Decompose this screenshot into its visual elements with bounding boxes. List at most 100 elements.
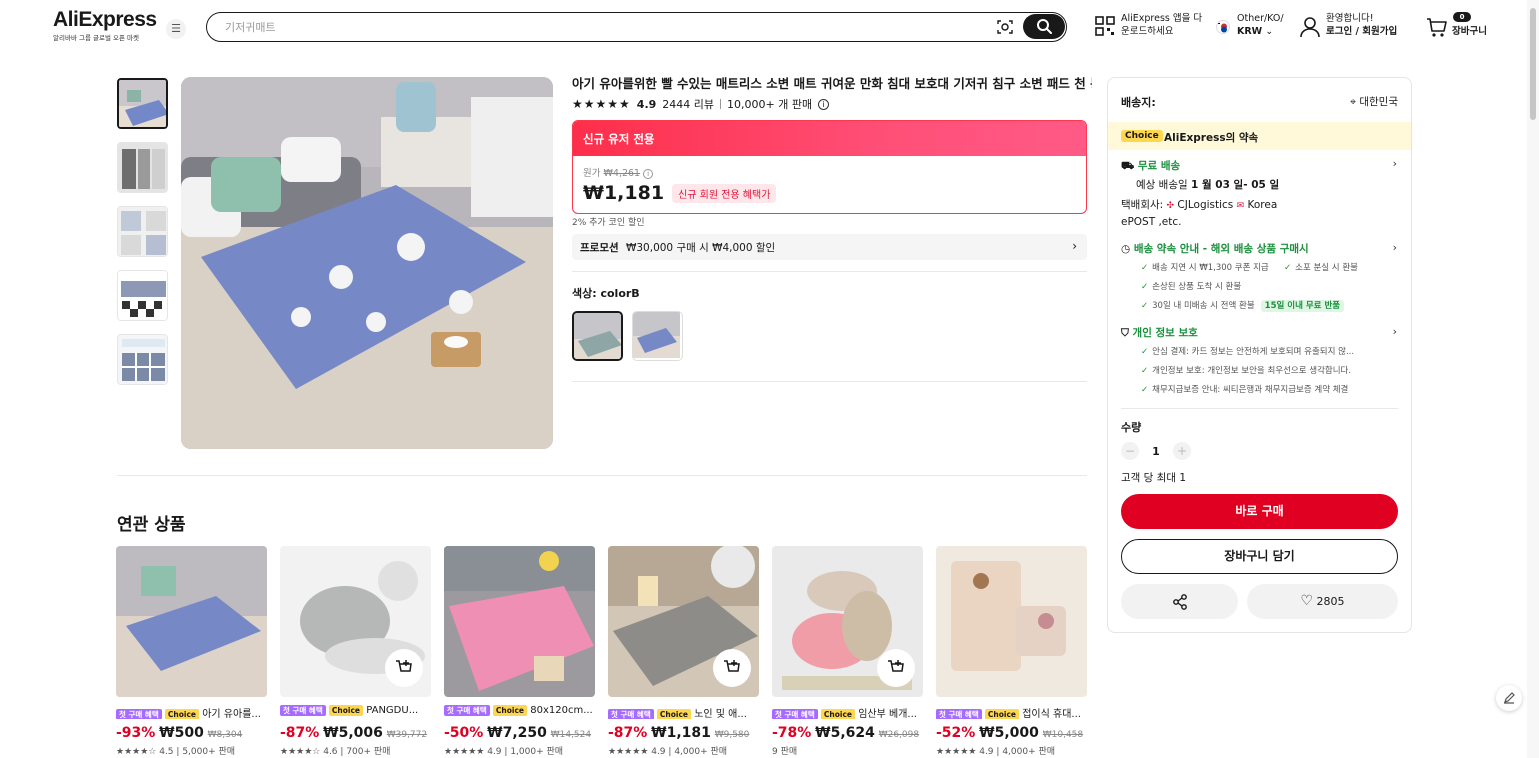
- delivery-check-3: ✓ 손상된 상품 도착 시 환불: [1141, 282, 1242, 292]
- search-icon: [1037, 19, 1052, 34]
- decrease-quantity-button[interactable]: −: [1121, 442, 1139, 460]
- chevron-right-icon[interactable]: ›: [1393, 325, 1397, 338]
- product-image[interactable]: [444, 546, 595, 697]
- product-image[interactable]: [608, 546, 759, 697]
- korea-post-logo-icon: ✉: [1236, 201, 1245, 211]
- increase-quantity-button[interactable]: +: [1173, 442, 1191, 460]
- feedback-edit-icon[interactable]: [1496, 685, 1522, 711]
- add-to-cart-icon[interactable]: [385, 649, 423, 687]
- page-scrollbar[interactable]: [1527, 0, 1539, 758]
- user-icon[interactable]: [1300, 16, 1320, 38]
- related-product-card[interactable]: 첫 구매 혜택 Choice 접이식 휴대... -52% ₩5,000 ₩10…: [936, 546, 1087, 757]
- info-icon[interactable]: i: [643, 169, 654, 179]
- product-image[interactable]: [772, 546, 923, 697]
- thumbnail-3[interactable]: [117, 206, 168, 257]
- shield-icon: ⛉: [1121, 327, 1129, 339]
- color-swatch-2[interactable]: [632, 311, 683, 361]
- main-product-image[interactable]: [181, 77, 553, 449]
- check-icon: ✓: [1141, 282, 1149, 292]
- cart-link[interactable]: 장바구니: [1452, 25, 1487, 38]
- related-product-card[interactable]: 첫 구매 혜택 Choice 80x120cm... -50% ₩7,250 ₩…: [444, 546, 595, 757]
- check-icon: ✓: [1141, 301, 1149, 311]
- buy-now-button[interactable]: 바로 구매: [1121, 494, 1398, 529]
- purchase-panel: 배송지: ⌖ 대한민국 Choice AliExpress의 약속 ⛟ 무료 배…: [1107, 77, 1412, 633]
- product-image[interactable]: [280, 546, 431, 697]
- thumbnail-4[interactable]: [117, 270, 168, 321]
- delivery-check-4: ✓ 30일 내 미배송 시 전액 환불 15일 이내 무료 반품: [1141, 299, 1345, 312]
- chevron-right-icon[interactable]: ›: [1393, 157, 1397, 170]
- thumbnail-1[interactable]: [117, 78, 168, 129]
- quantity-value[interactable]: 1: [1139, 445, 1173, 458]
- star-rating-icon: ★★★★☆: [280, 747, 321, 757]
- delivery-estimate: 예상 배송일 1 월 03 일- 05 일: [1136, 179, 1280, 191]
- product-name: 노인 및 애...: [694, 709, 747, 719]
- image-search-icon[interactable]: [997, 19, 1013, 35]
- color-label: 색상: colorB: [572, 287, 640, 300]
- download-app-link[interactable]: AliExpress 앱을 다 운로드하세요: [1121, 12, 1202, 38]
- cart-icon[interactable]: [1426, 16, 1448, 38]
- account-menu[interactable]: 환영합니다! 로그인 / 회원가입: [1326, 12, 1397, 38]
- new-user-badge: 신규 회원 전용 혜택가: [672, 183, 777, 203]
- related-product-card[interactable]: 첫 구매 혜택 Choice 임산부 베개... -78% ₩5,624 ₩26…: [772, 546, 923, 757]
- divider: [117, 475, 1087, 476]
- divider: [1121, 408, 1398, 409]
- thumbnail-5[interactable]: [117, 334, 168, 385]
- review-count-link[interactable]: 2444 리뷰: [662, 96, 714, 112]
- rating-score: 4.9: [636, 97, 657, 111]
- delivery-check-1: ✓ 배송 지연 시 ₩1,300 쿠폰 지급: [1141, 263, 1269, 273]
- wishlist-button[interactable]: ♡ 2805: [1247, 584, 1398, 619]
- add-to-cart-icon[interactable]: [877, 649, 915, 687]
- divider: [572, 271, 1087, 272]
- add-to-cart-icon[interactable]: [713, 649, 751, 687]
- star-rating-icon: ★★★★★: [444, 747, 485, 757]
- thumbnail-2[interactable]: [117, 142, 168, 193]
- privacy-check-1: ✓ 안심 결제: 카드 정보는 안전하게 보호되며 유출되지 않...: [1141, 347, 1355, 357]
- product-title: 아기 유아를위한 빨 수있는 매트리스 소변 매트 귀여운 만화 침대 보호대 …: [572, 76, 1092, 91]
- search-button[interactable]: [1023, 14, 1065, 39]
- ship-to-label: 배송지:: [1121, 96, 1156, 109]
- qr-code-icon[interactable]: [1095, 16, 1115, 36]
- related-product-card[interactable]: 첫 구매 혜택 Choice PANGDU... -87% ₩5,006 ₩39…: [280, 546, 431, 757]
- check-icon: ✓: [1141, 347, 1149, 357]
- check-icon: ✓: [1141, 263, 1149, 273]
- product-image[interactable]: [936, 546, 1087, 697]
- aliexpress-logo[interactable]: AliExpress 알리바바 그룹 글로벌 오픈 마켓: [53, 9, 157, 43]
- related-product-card[interactable]: 첫 구매 혜택 Choice 노인 및 애... -87% ₩1,181 ₩9,…: [608, 546, 759, 757]
- share-button[interactable]: [1121, 584, 1238, 619]
- free-shipping-title[interactable]: ⛟ 무료 배송: [1121, 158, 1180, 174]
- truck-icon: ⛟: [1121, 160, 1135, 172]
- carrier-info: 택배회사: ✣ CJLogistics ✉ Korea ePOST ,etc.: [1121, 199, 1278, 228]
- ship-to-location[interactable]: ⌖ 대한민국: [1350, 94, 1398, 109]
- search-input[interactable]: [225, 18, 965, 36]
- free-return-badge: 15일 이내 무료 반품: [1260, 300, 1345, 312]
- add-to-cart-button[interactable]: 장바구니 담기: [1121, 539, 1398, 574]
- quantity-stepper: − 1 +: [1121, 442, 1191, 460]
- divider: [720, 99, 722, 109]
- site-header: AliExpress 알리바바 그룹 글로벌 오픈 마켓 ☰ AliExpres…: [0, 0, 1539, 56]
- max-per-customer: 고객 당 최대 1: [1121, 472, 1186, 484]
- star-rating-icon: ★★★★★: [572, 97, 631, 111]
- scrollbar-thumb[interactable]: [1530, 8, 1536, 120]
- location-pin-icon: ⌖: [1350, 96, 1357, 108]
- check-icon: ✓: [1141, 385, 1149, 395]
- hamburger-menu-icon[interactable]: ☰: [166, 19, 186, 39]
- info-icon[interactable]: i: [818, 98, 830, 110]
- star-rating-icon: ★★★★☆: [116, 747, 157, 757]
- delivery-promise-title[interactable]: ◷ 배송 약속 안내 - 해외 배송 상품 구매시: [1121, 241, 1309, 256]
- clock-icon: ◷: [1121, 243, 1131, 255]
- chevron-right-icon[interactable]: ›: [1393, 241, 1397, 254]
- related-product-card[interactable]: 첫 구매 혜택 Choice 아기 유아를... -93% ₩500 ₩8,30…: [116, 546, 267, 757]
- choice-banner: Choice AliExpress의 약속: [1108, 122, 1411, 150]
- language-currency-selector[interactable]: Other/KO/ KRW ⌄: [1237, 12, 1284, 38]
- share-icon: [1173, 594, 1187, 610]
- product-image[interactable]: [116, 546, 267, 697]
- privacy-check-2: ✓ 개인정보 보호: 개인정보 보안을 최우선으로 생각합니다.: [1141, 366, 1352, 376]
- sale-price: ₩1,181: [583, 182, 665, 204]
- product-name: 임산부 베개...: [858, 709, 917, 719]
- cart-count-badge: 0: [1453, 12, 1471, 22]
- new-user-price-box: 신규 유저 전용 원가 ₩4,261 i ₩1,181 신규 회원 전용 혜택가: [572, 120, 1087, 214]
- chevron-down-icon: ⌄: [1265, 26, 1274, 37]
- promotion-row[interactable]: 프로모션 ₩30,000 구매 시 ₩4,000 할인 ›: [572, 234, 1087, 260]
- privacy-title[interactable]: ⛉ 개인 정보 보호: [1121, 325, 1198, 340]
- color-swatch-1[interactable]: [572, 311, 623, 361]
